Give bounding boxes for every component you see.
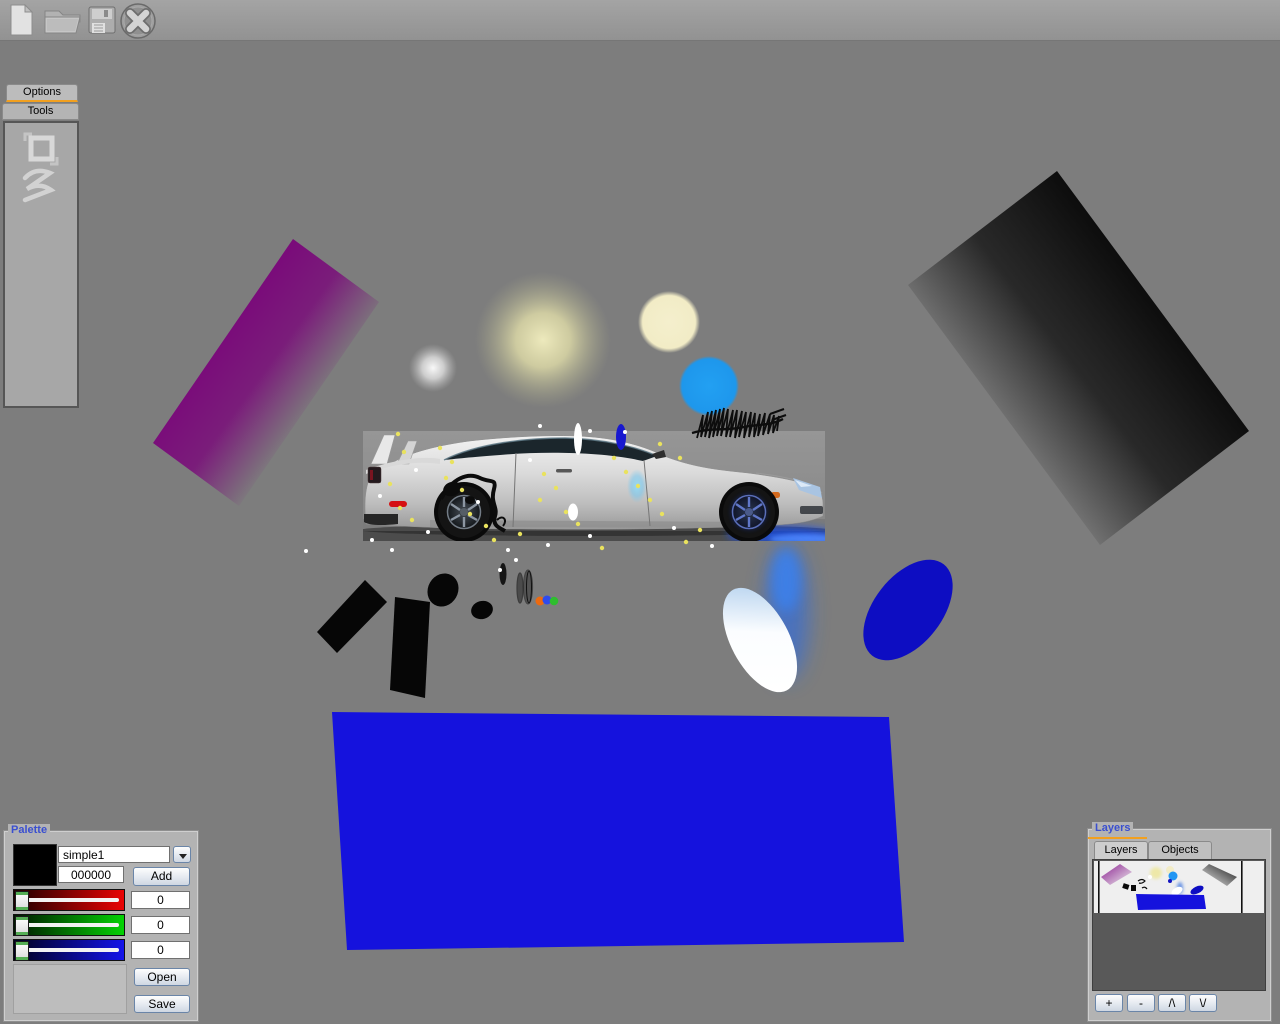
open-folder-icon[interactable] [43, 6, 83, 41]
layers-title-underline [1088, 837, 1147, 839]
blue-slider-handle[interactable] [15, 941, 29, 961]
add-color-button[interactable]: Add [133, 867, 190, 886]
polyline-tool-icon[interactable] [19, 165, 63, 210]
open-palette-button[interactable]: Open [134, 968, 190, 986]
yellow-glow-circle [475, 272, 611, 408]
red-slider-track [27, 898, 119, 902]
car-image [363, 431, 825, 541]
palette-panel: Palette simple1 Add Open Save [3, 824, 199, 1022]
dark-blue-rotated-ellipse [863, 559, 953, 661]
blue-value-input[interactable] [131, 941, 190, 959]
purple-gradient-rect [153, 239, 379, 506]
new-file-icon[interactable] [7, 3, 37, 42]
rear-wheel [434, 482, 494, 541]
toolbar [0, 0, 1280, 41]
white-vertical-ellipse [574, 423, 582, 455]
black-shapes [317, 563, 534, 698]
cream-circle [638, 291, 700, 353]
palette-swatch-area[interactable] [13, 964, 127, 1014]
red-value-input[interactable] [131, 891, 190, 909]
layer-thumbnail [1094, 861, 1264, 913]
tab-layers[interactable]: Layers [1094, 841, 1148, 860]
save-icon[interactable] [87, 5, 117, 40]
blue-rectangle [332, 712, 904, 950]
tool-panel [3, 121, 79, 408]
white-glow-circle [409, 344, 457, 392]
front-wheel [719, 482, 779, 541]
palette-select-dropdown-button[interactable] [173, 846, 191, 863]
current-color-swatch[interactable] [13, 844, 57, 886]
blue-slider[interactable] [13, 939, 125, 961]
black-gradient-rect [908, 171, 1249, 545]
tab-options[interactable]: Options [6, 84, 78, 102]
move-layer-down-button[interactable]: \/ [1189, 994, 1217, 1012]
close-icon[interactable] [119, 2, 157, 45]
palette-panel-title: Palette [8, 824, 51, 836]
colored-dots [535, 595, 559, 606]
tab-tools[interactable]: Tools [2, 103, 79, 120]
white-door-ellipse [568, 503, 578, 521]
tab-objects[interactable]: Objects [1148, 841, 1212, 860]
remove-layer-button[interactable]: - [1127, 994, 1155, 1012]
green-value-input[interactable] [131, 916, 190, 934]
red-slider[interactable] [13, 889, 125, 911]
hex-color-input[interactable] [58, 866, 124, 883]
palette-select[interactable]: simple1 [58, 846, 170, 863]
layer-list[interactable] [1092, 859, 1266, 991]
red-slider-handle[interactable] [15, 891, 29, 911]
layers-panel-title: Layers [1092, 822, 1134, 834]
layers-panel: Layers Layers Objects + - /\ \/ [1087, 822, 1272, 1022]
green-slider-track [27, 923, 119, 927]
add-layer-button[interactable]: + [1095, 994, 1123, 1012]
move-layer-up-button[interactable]: /\ [1158, 994, 1186, 1012]
blue-vertical-ellipse [616, 424, 626, 450]
paint-app-window: { "toolbar": { "icons": [ {"name": "new-… [0, 0, 1280, 1024]
chevron-down-icon [179, 854, 187, 859]
green-slider[interactable] [13, 914, 125, 936]
blue-circle [679, 356, 739, 416]
green-slider-handle[interactable] [15, 916, 29, 936]
layer-row-thumbnail[interactable] [1094, 861, 1264, 913]
blue-slider-track [27, 948, 119, 952]
save-palette-button[interactable]: Save [134, 995, 190, 1013]
